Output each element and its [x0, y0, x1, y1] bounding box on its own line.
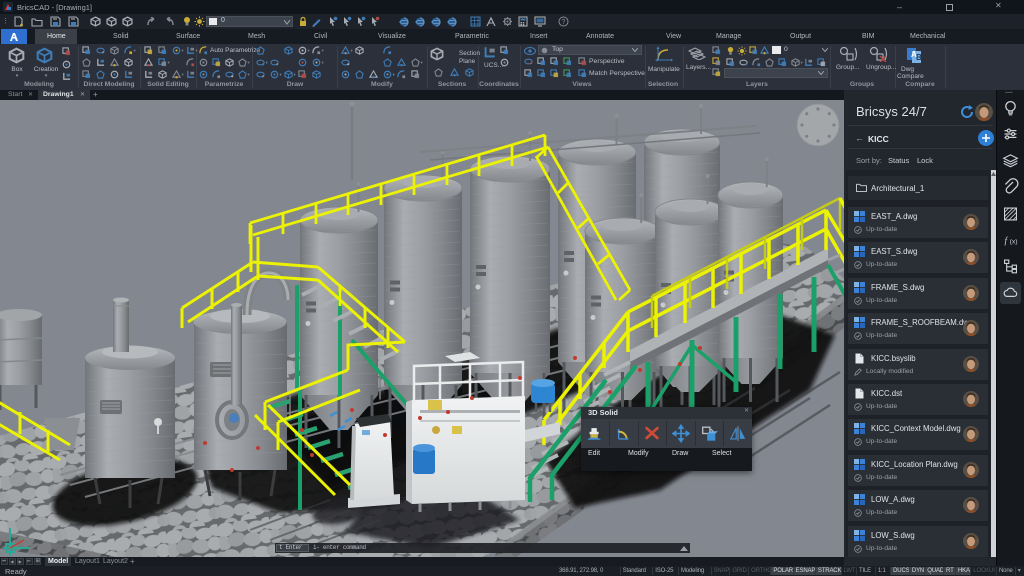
svg-text:B: B: [916, 53, 922, 62]
svg-text:(x): (x): [1010, 238, 1018, 245]
svg-text:?: ?: [562, 19, 566, 26]
svg-text:f: f: [1005, 235, 1009, 246]
